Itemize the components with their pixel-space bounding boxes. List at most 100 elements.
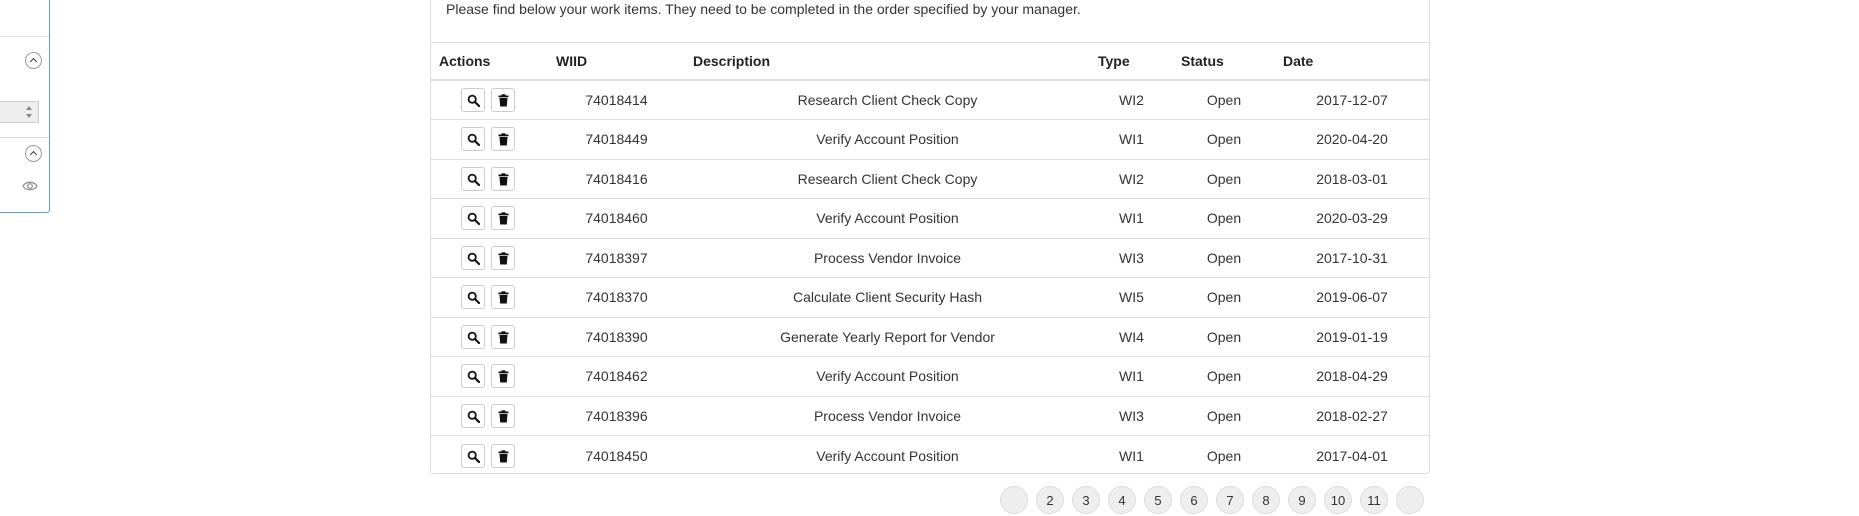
view-button[interactable] — [460, 127, 485, 152]
date-cell: 2019-06-07 — [1275, 277, 1429, 317]
eye-icon[interactable] — [22, 179, 38, 191]
panel-divider — [0, 137, 49, 138]
search-icon — [467, 291, 480, 305]
delete-button[interactable] — [491, 285, 516, 310]
table-row: 74018460 Verify Account Position WI1 Ope… — [431, 198, 1429, 238]
view-button[interactable] — [460, 403, 485, 428]
description-cell: Verify Account Position — [685, 119, 1090, 159]
wiid-cell: 74018414 — [585, 92, 648, 108]
table-row: 74018370 Calculate Client Security Hash … — [431, 277, 1429, 317]
table-header-row: Actions WIID Description Type Status Dat… — [431, 43, 1429, 81]
view-button[interactable] — [460, 324, 485, 349]
table-body: 74018414 Research Client Check Copy WI2 … — [431, 80, 1429, 475]
table-row: 74018462 Verify Account Position WI1 Ope… — [431, 356, 1429, 396]
date-cell: 2018-03-01 — [1275, 158, 1429, 199]
date-cell: 2020-04-20 — [1275, 119, 1429, 159]
view-button[interactable] — [460, 88, 485, 112]
wiid-cell: 74018396 — [548, 395, 685, 436]
status-cell: Open — [1173, 395, 1275, 436]
delete-button[interactable] — [491, 443, 516, 468]
wiid-cell: 74018449 — [548, 119, 685, 159]
status-cell: Open — [1173, 158, 1275, 199]
view-button[interactable] — [460, 364, 485, 389]
header-description: Description — [685, 43, 1090, 81]
table-row: 74018390 Generate Yearly Report for Vend… — [431, 316, 1429, 357]
work-items-table: Actions WIID Description Type Status Dat… — [431, 43, 1429, 475]
table-row: 74018450 Verify Account Position WI1 Ope… — [431, 435, 1429, 475]
delete-button[interactable] — [491, 206, 516, 231]
date-cell: 2020-03-29 — [1275, 198, 1429, 238]
actions-cell — [431, 80, 548, 120]
page-link[interactable]: 7 — [1216, 486, 1244, 514]
type-cell: WI5 — [1090, 277, 1173, 317]
description-cell: Process Vendor Invoice — [685, 237, 1090, 278]
trash-icon — [498, 212, 509, 225]
description-cell: Verify Account Position — [685, 435, 1090, 475]
view-button[interactable] — [460, 166, 485, 191]
view-button[interactable] — [460, 206, 485, 231]
trash-icon — [498, 94, 509, 107]
delete-button[interactable] — [491, 324, 516, 349]
actions-cell — [431, 435, 548, 475]
page-link[interactable]: 5 — [1144, 486, 1172, 514]
side-panel — [0, 0, 50, 213]
status-cell: Open — [1173, 277, 1275, 317]
page-link[interactable]: 4 — [1108, 486, 1136, 514]
page-link[interactable]: 2 — [1036, 486, 1064, 514]
wiid-cell: 74018370 — [548, 277, 685, 317]
wiid-cell: 74018390 — [548, 316, 685, 357]
delete-button[interactable] — [491, 245, 516, 270]
table-row: 74018396 Process Vendor Invoice WI3 Open… — [431, 395, 1429, 436]
table-row: 74018414 Research Client Check Copy WI2 … — [431, 80, 1429, 120]
intro-text: Please find below your work items. They … — [446, 1, 1081, 17]
search-icon — [467, 370, 480, 384]
status-cell: Open — [1173, 356, 1275, 396]
type-cell: WI1 — [1090, 198, 1173, 238]
header-wiid: WIID — [548, 43, 685, 81]
actions-cell — [431, 119, 548, 159]
delete-button[interactable] — [491, 403, 516, 428]
header-type: Type — [1090, 43, 1173, 81]
wiid-cell: 74018416 — [548, 158, 685, 199]
page-link[interactable]: 10 — [1324, 486, 1352, 514]
page-link[interactable]: 8 — [1252, 486, 1280, 514]
description-cell: Research Client Check Copy — [685, 158, 1090, 199]
collapse-up-icon[interactable] — [25, 52, 42, 69]
view-button[interactable] — [460, 285, 485, 310]
status-cell: Open — [1173, 198, 1275, 238]
search-icon — [467, 212, 480, 226]
spinner-down-icon[interactable] — [26, 114, 32, 118]
wiid-cell: 74018397 — [548, 237, 685, 278]
page-link[interactable]: 3 — [1072, 486, 1100, 514]
view-button[interactable] — [460, 245, 485, 270]
actions-cell — [431, 237, 548, 278]
description-cell: Process Vendor Invoice — [685, 395, 1090, 436]
search-icon — [467, 410, 480, 423]
status-cell: Open — [1206, 92, 1242, 108]
delete-button[interactable] — [491, 166, 516, 191]
delete-button[interactable] — [491, 364, 516, 389]
table-row: 74018416 Research Client Check Copy WI2 … — [431, 158, 1429, 199]
type-cell: WI1 — [1090, 119, 1173, 159]
search-icon — [467, 94, 480, 107]
page-link[interactable] — [1396, 486, 1424, 514]
wiid-cell: 74018462 — [548, 356, 685, 396]
spinner-up-icon[interactable] — [26, 106, 32, 110]
view-button[interactable] — [460, 443, 485, 468]
page-link[interactable]: 9 — [1288, 486, 1316, 514]
actions-cell — [431, 316, 548, 357]
type-cell: WI2 — [1090, 158, 1173, 199]
page-link[interactable] — [1000, 486, 1028, 514]
collapse-up-icon[interactable] — [25, 145, 42, 162]
delete-button[interactable] — [491, 127, 516, 152]
type-cell: WI2 — [1119, 92, 1144, 108]
page-link[interactable]: 11 — [1360, 486, 1388, 514]
date-cell: 2017-12-07 — [1316, 92, 1388, 108]
description-cell: Research Client Check Copy — [797, 92, 978, 108]
number-spinner[interactable] — [0, 101, 39, 123]
trash-icon — [498, 370, 509, 383]
delete-button[interactable] — [491, 88, 516, 112]
date-cell: 2017-04-01 — [1275, 435, 1429, 475]
page-link[interactable]: 6 — [1180, 486, 1208, 514]
search-icon — [467, 450, 480, 463]
